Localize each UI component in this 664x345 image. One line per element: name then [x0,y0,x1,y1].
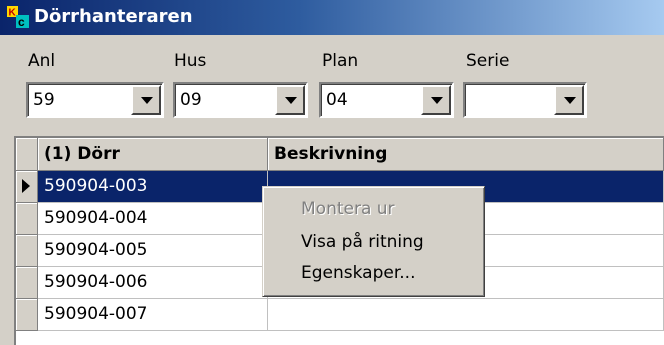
svg-text:K: K [9,8,17,19]
row-selector[interactable] [16,299,38,331]
description-cell[interactable] [268,299,664,331]
serie-combo[interactable] [463,82,587,118]
door-cell[interactable]: 590904-006 [38,267,268,299]
row-selector[interactable] [16,267,38,299]
plan-label: Plan [322,51,359,71]
column-header-description[interactable]: Beskrivning [268,138,664,171]
hus-combo[interactable]: 09 [173,82,308,118]
anl-label: Anl [28,51,56,71]
app-logo-icon: K c [7,6,29,29]
chevron-down-icon [141,97,153,104]
door-cell[interactable]: 590904-004 [38,203,268,235]
plan-dropdown-button[interactable] [421,85,451,115]
plan-combo[interactable]: 04 [319,82,454,118]
door-cell[interactable]: 590904-007 [38,299,268,331]
anl-combo[interactable]: 59 [26,82,164,118]
row-selector[interactable] [16,171,38,203]
menu-item-egenskaper[interactable]: Egenskaper... [301,263,415,283]
plan-value: 04 [326,90,348,110]
column-header-door[interactable]: (1) Dörr [38,138,268,171]
serie-label: Serie [466,51,510,71]
window-title: Dörrhanteraren [34,6,193,27]
row-selector[interactable] [16,235,38,267]
hus-label: Hus [174,51,207,71]
menu-item-visa-pa-ritning[interactable]: Visa på ritning [301,232,424,252]
door-cell[interactable]: 590904-003 [38,171,268,203]
hus-value: 09 [180,90,202,110]
chevron-down-icon [285,97,297,104]
anl-value: 59 [33,90,55,110]
anl-dropdown-button[interactable] [131,85,161,115]
row-pointer-icon [22,179,30,193]
door-cell[interactable]: 590904-005 [38,235,268,267]
chevron-down-icon [431,97,443,104]
serie-dropdown-button[interactable] [554,85,584,115]
hus-dropdown-button[interactable] [275,85,305,115]
chevron-down-icon [564,97,576,104]
menu-item-montera-ur: Montera ur [301,199,395,219]
title-bar[interactable]: K c Dörrhanteraren [0,0,664,35]
row-selector[interactable] [16,203,38,235]
select-all-header[interactable] [16,138,38,171]
context-menu: Montera ur Visa på ritning Egenskaper... [262,186,485,297]
svg-text:c: c [18,15,25,29]
table-row[interactable]: 590904-007 [16,299,664,331]
